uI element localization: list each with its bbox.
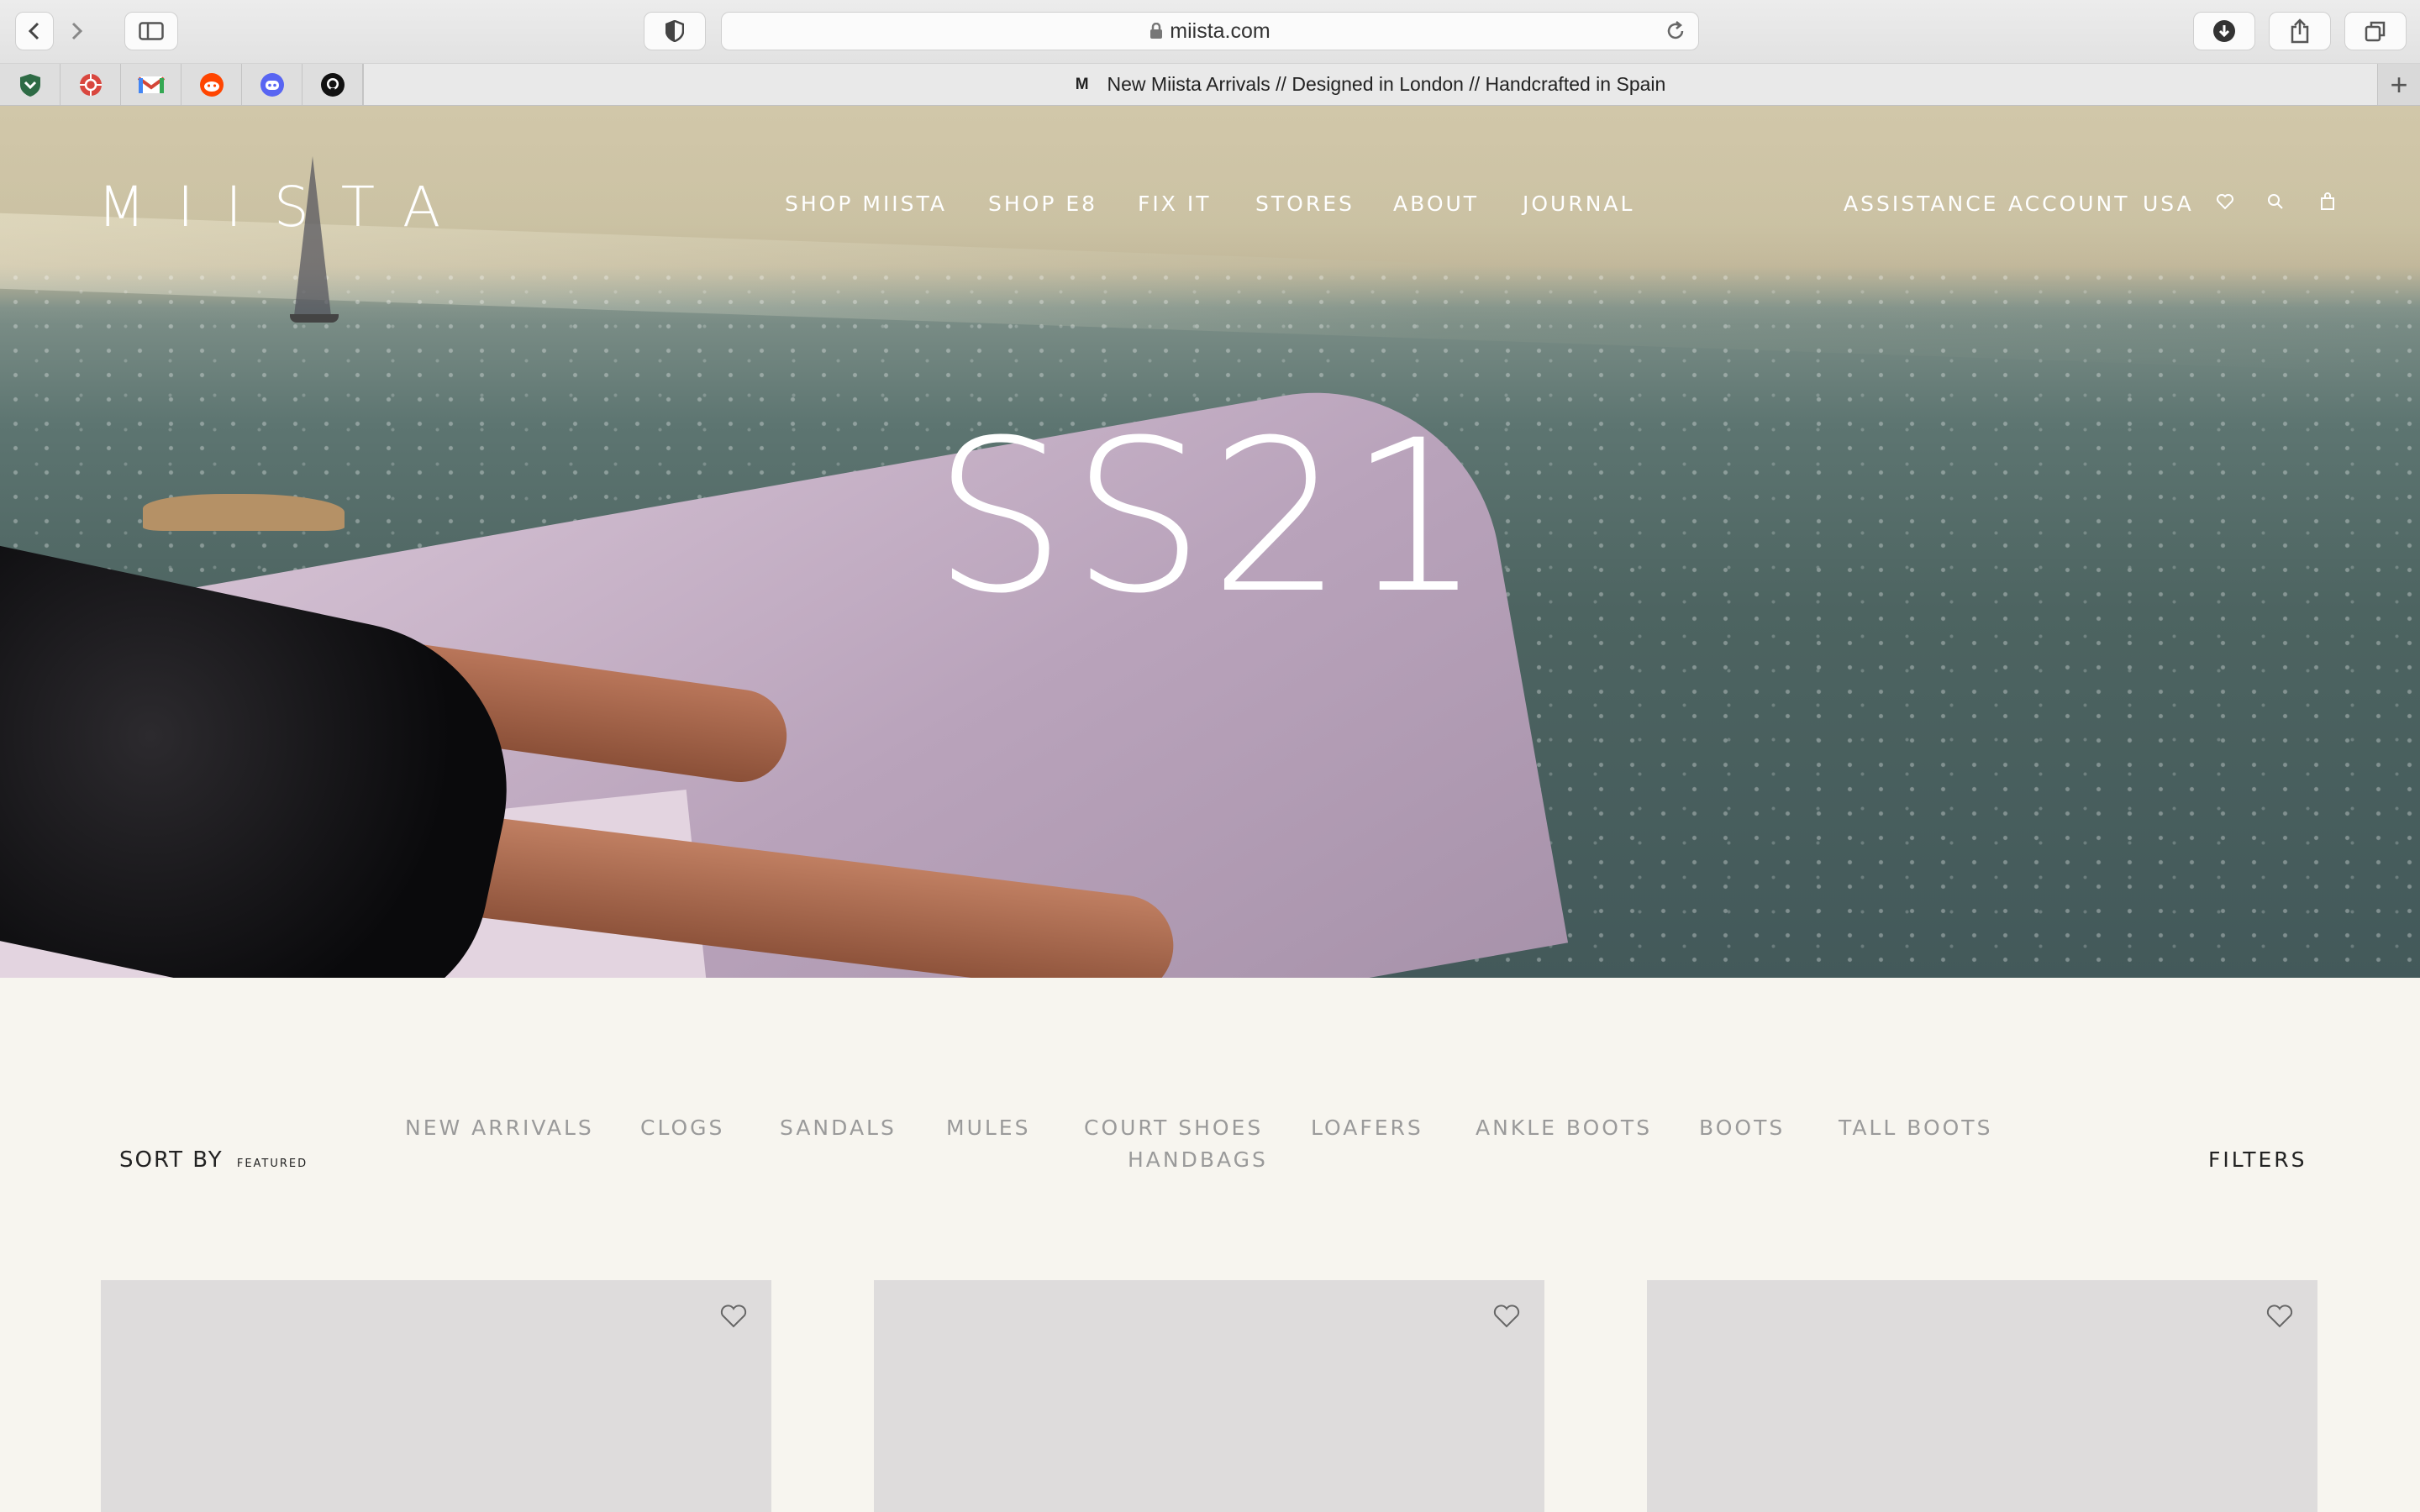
nav-assistance[interactable]: ASSISTANCE bbox=[1844, 192, 1998, 216]
favorite-aperture[interactable] bbox=[60, 64, 121, 105]
nav-about[interactable]: ABOUT bbox=[1393, 192, 1479, 216]
downloads-button[interactable] bbox=[2193, 12, 2255, 50]
tab-title: New Miista Arrivals // Designed in Londo… bbox=[1107, 73, 1666, 95]
reload-icon[interactable] bbox=[1665, 20, 1686, 48]
plus-icon: + bbox=[2390, 66, 2408, 102]
favorite-gmail[interactable] bbox=[121, 64, 182, 105]
product-card[interactable] bbox=[874, 1280, 1544, 1512]
nav-stores[interactable]: STORES bbox=[1255, 192, 1355, 216]
sidebar-icon bbox=[139, 22, 164, 40]
category-sandals[interactable]: SANDALS bbox=[780, 1116, 897, 1140]
reddit-icon bbox=[199, 72, 224, 97]
back-button[interactable] bbox=[15, 12, 54, 50]
privacy-report-button[interactable] bbox=[644, 12, 706, 50]
nav-country-usa[interactable]: USA bbox=[2143, 192, 2194, 216]
lock-icon bbox=[1150, 23, 1163, 39]
share-icon bbox=[2291, 18, 2309, 44]
nav-shop-miista[interactable]: SHOP MIISTA bbox=[785, 192, 947, 216]
github-icon bbox=[320, 72, 345, 97]
bag-icon[interactable] bbox=[2317, 192, 2338, 212]
tab-favicon: M bbox=[1075, 75, 1089, 93]
browser-toolbar: miista.com bbox=[0, 0, 2420, 64]
tab-overview-button[interactable] bbox=[2344, 12, 2407, 50]
favorite-discord[interactable] bbox=[242, 64, 302, 105]
sort-by-control[interactable]: SORT BY FEATURED bbox=[119, 1147, 308, 1173]
category-ankle-boots[interactable]: ANKLE BOOTS bbox=[1476, 1116, 1652, 1140]
category-mules[interactable]: MULES bbox=[946, 1116, 1030, 1140]
sort-value: FEATURED bbox=[236, 1158, 308, 1170]
nav-shop-e8[interactable]: SHOP E8 bbox=[988, 192, 1097, 216]
wishlist-heart-icon[interactable] bbox=[2265, 1304, 2294, 1333]
sort-label: SORT BY bbox=[119, 1147, 224, 1173]
tabs-icon bbox=[2365, 21, 2386, 42]
wishlist-heart-icon[interactable] bbox=[2215, 192, 2235, 212]
search-icon[interactable] bbox=[2265, 192, 2286, 212]
category-clogs[interactable]: CLOGS bbox=[640, 1116, 724, 1140]
aperture-icon bbox=[79, 73, 102, 96]
miista-logo[interactable]: MIISTA bbox=[97, 175, 472, 239]
favorite-github[interactable] bbox=[302, 64, 363, 105]
nav-fix-it[interactable]: FIX IT bbox=[1138, 192, 1211, 216]
download-icon bbox=[2213, 20, 2235, 42]
privacy-shield-icon bbox=[666, 20, 684, 42]
back-icon bbox=[28, 22, 39, 40]
category-tall-boots[interactable]: TALL BOOTS bbox=[1839, 1116, 1992, 1140]
nav-journal[interactable]: JOURNAL bbox=[1523, 192, 1634, 216]
discord-icon bbox=[260, 72, 284, 97]
product-card[interactable] bbox=[1647, 1280, 2317, 1512]
favorite-reddit[interactable] bbox=[182, 64, 242, 105]
category-court-shoes[interactable]: COURT SHOES bbox=[1084, 1116, 1263, 1140]
favorite-shield[interactable] bbox=[0, 64, 60, 105]
new-tab-button[interactable]: + bbox=[2378, 64, 2420, 105]
wishlist-heart-icon[interactable] bbox=[1492, 1304, 1521, 1333]
share-button[interactable] bbox=[2269, 12, 2331, 50]
tab-bar: M New Miista Arrivals // Designed in Lon… bbox=[0, 64, 2420, 106]
product-card[interactable] bbox=[101, 1280, 771, 1512]
shield-icon bbox=[19, 73, 40, 97]
category-new-arrivals[interactable]: NEW ARRIVALS bbox=[405, 1116, 594, 1140]
category-loafers[interactable]: LOAFERS bbox=[1311, 1116, 1423, 1140]
hero-title: SS21 bbox=[933, 395, 1487, 639]
wishlist-heart-icon[interactable] bbox=[719, 1304, 748, 1333]
active-tab[interactable]: M New Miista Arrivals // Designed in Lon… bbox=[363, 64, 2378, 105]
category-boots[interactable]: BOOTS bbox=[1699, 1116, 1785, 1140]
filters-button[interactable]: FILTERS bbox=[2208, 1147, 2307, 1172]
gmail-icon bbox=[137, 76, 165, 93]
sidebar-button[interactable] bbox=[124, 12, 178, 50]
category-handbags[interactable]: HANDBAGS bbox=[1128, 1147, 1268, 1172]
forward-icon bbox=[71, 22, 83, 40]
address-bar[interactable]: miista.com bbox=[721, 12, 1699, 50]
forward-button[interactable] bbox=[57, 12, 96, 50]
url-text: miista.com bbox=[1170, 18, 1270, 43]
nav-account[interactable]: ACCOUNT bbox=[2008, 192, 2130, 216]
sailboat-hull bbox=[290, 314, 339, 323]
